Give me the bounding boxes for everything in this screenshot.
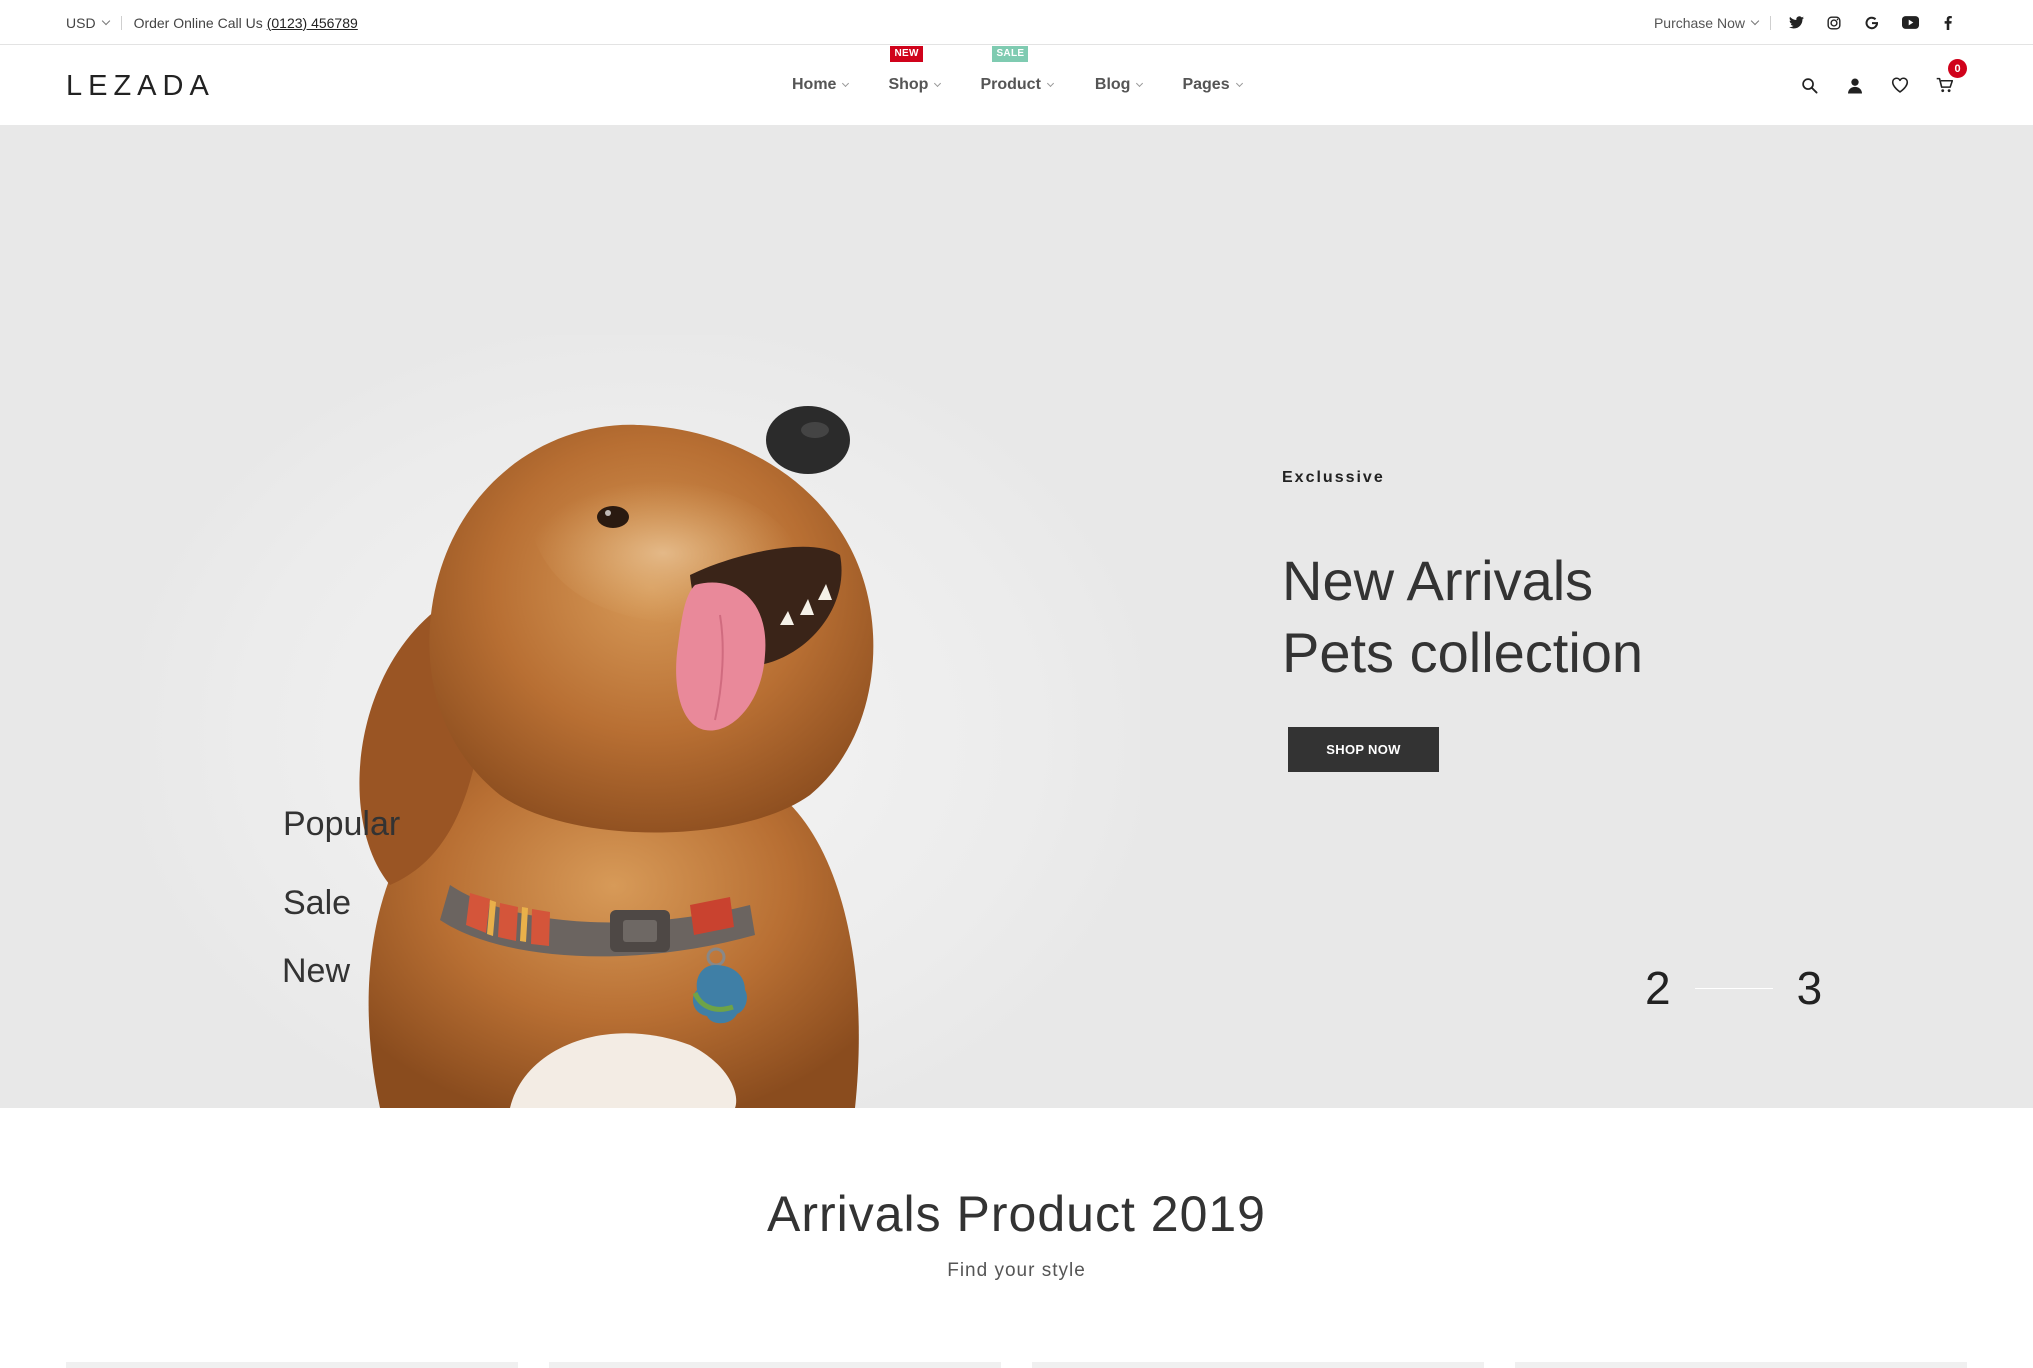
youtube-icon[interactable] xyxy=(1891,13,1929,33)
pagination-line xyxy=(1694,987,1773,989)
main-header: LEZADA Home NEW Shop SALE Product Blog P… xyxy=(0,45,2033,125)
nav-item-product[interactable]: SALE Product xyxy=(980,46,1054,94)
chevron-down-icon xyxy=(101,16,110,25)
category-new-link[interactable]: New xyxy=(282,952,350,991)
new-badge: NEW xyxy=(890,46,923,62)
currency-selector[interactable]: USD xyxy=(66,14,110,31)
cart-icon[interactable]: 0 xyxy=(1922,59,1967,93)
facebook-icon[interactable] xyxy=(1929,13,1967,33)
nav-item-label: Pages xyxy=(1182,76,1230,93)
chevron-down-icon xyxy=(842,79,850,87)
section-title: Arrivals Product 2019 xyxy=(766,1186,1266,1242)
nav-item-shop[interactable]: NEW Shop xyxy=(888,46,942,94)
top-bar-right: Purchase Now xyxy=(1654,0,1967,45)
shop-now-button[interactable]: SHOP NOW xyxy=(1288,727,1439,772)
divider xyxy=(1770,15,1771,30)
slider-pagination: 2 3 xyxy=(1645,961,1823,1015)
hero-title: New Arrivals Pets collection xyxy=(1282,545,1643,689)
top-bar: USD Order Online Call Us (0123) 456789 P… xyxy=(0,0,2033,45)
nav-item-label: Shop xyxy=(888,76,929,93)
slide-next-number[interactable]: 3 xyxy=(1797,961,1823,1015)
nav-item-label: Product xyxy=(980,76,1041,93)
hero-slider: Popular Sale New Exclussive New Arrivals… xyxy=(0,125,2033,1108)
nav-item-home[interactable]: Home xyxy=(792,76,850,94)
product-card[interactable] xyxy=(1032,1362,1484,1368)
heart-icon[interactable] xyxy=(1877,77,1922,93)
chevron-down-icon xyxy=(1046,79,1054,87)
section-subtitle: Find your style xyxy=(947,1260,1086,1281)
twitter-icon[interactable] xyxy=(1777,13,1815,33)
purchase-now-dropdown[interactable]: Purchase Now xyxy=(1653,14,1760,31)
cart-count-badge: 0 xyxy=(1948,59,1967,78)
nav-item-pages[interactable]: Pages xyxy=(1182,76,1243,94)
logo[interactable]: LEZADA xyxy=(66,70,215,103)
category-sale-link[interactable]: Sale xyxy=(283,884,351,923)
user-icon[interactable] xyxy=(1832,77,1877,94)
top-bar-left: USD Order Online Call Us (0123) 456789 xyxy=(66,0,358,45)
hero-eyebrow: Exclussive xyxy=(1282,469,1385,486)
slide-current-number[interactable]: 2 xyxy=(1645,961,1671,1015)
hero-title-line-2: Pets collection xyxy=(1282,621,1644,684)
header-icons: 0 xyxy=(1787,45,1967,125)
instagram-icon[interactable] xyxy=(1815,13,1853,33)
product-card[interactable] xyxy=(1515,1362,1967,1368)
chevron-down-icon xyxy=(1750,16,1760,25)
product-grid xyxy=(66,1362,1967,1368)
nav-item-label: Blog xyxy=(1094,76,1131,93)
search-icon[interactable] xyxy=(1787,77,1832,94)
purchase-now-label: Purchase Now xyxy=(1653,14,1745,31)
sale-badge: SALE xyxy=(992,46,1029,62)
nav-item-label: Home xyxy=(792,76,837,93)
category-popular-link[interactable]: Popular xyxy=(283,805,400,844)
main-nav: Home NEW Shop SALE Product Blog Pages xyxy=(792,45,1282,125)
hero-title-line-1: New Arrivals xyxy=(1282,549,1594,612)
chevron-down-icon xyxy=(1235,79,1243,87)
google-icon[interactable] xyxy=(1853,13,1891,33)
dog-image xyxy=(359,406,874,1108)
product-card[interactable] xyxy=(549,1362,1001,1368)
product-card[interactable] xyxy=(66,1362,518,1368)
divider xyxy=(120,15,122,30)
nav-item-blog[interactable]: Blog xyxy=(1094,76,1144,94)
chevron-down-icon xyxy=(934,79,942,87)
phone-link[interactable]: (0123) 456789 xyxy=(267,15,358,31)
chevron-down-icon xyxy=(1136,79,1144,87)
order-text: Order Online Call Us xyxy=(133,14,263,31)
currency-label: USD xyxy=(66,14,96,31)
